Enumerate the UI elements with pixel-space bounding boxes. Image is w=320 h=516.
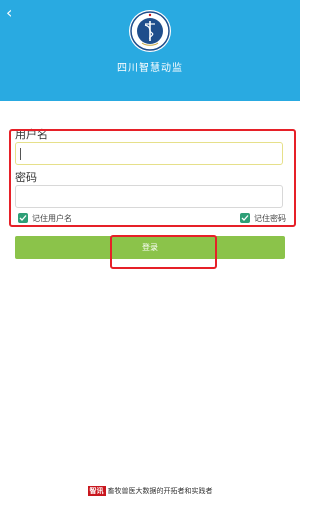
app-header: ‹ 四川智慧动监 <box>0 0 300 101</box>
app-title: 四川智慧动监 <box>117 63 183 74</box>
annotation-box-login <box>110 235 217 269</box>
back-arrow-icon[interactable]: ‹ <box>6 4 20 22</box>
footer-tagline: 畜牧兽医大数据的开拓者和实践者 <box>107 487 213 495</box>
footer: 智讯 畜牧兽医大数据的开拓者和实践者 <box>0 486 300 496</box>
app-logo <box>129 10 171 52</box>
annotation-box-form <box>9 129 296 227</box>
footer-brand-logo: 智讯 <box>87 486 106 496</box>
